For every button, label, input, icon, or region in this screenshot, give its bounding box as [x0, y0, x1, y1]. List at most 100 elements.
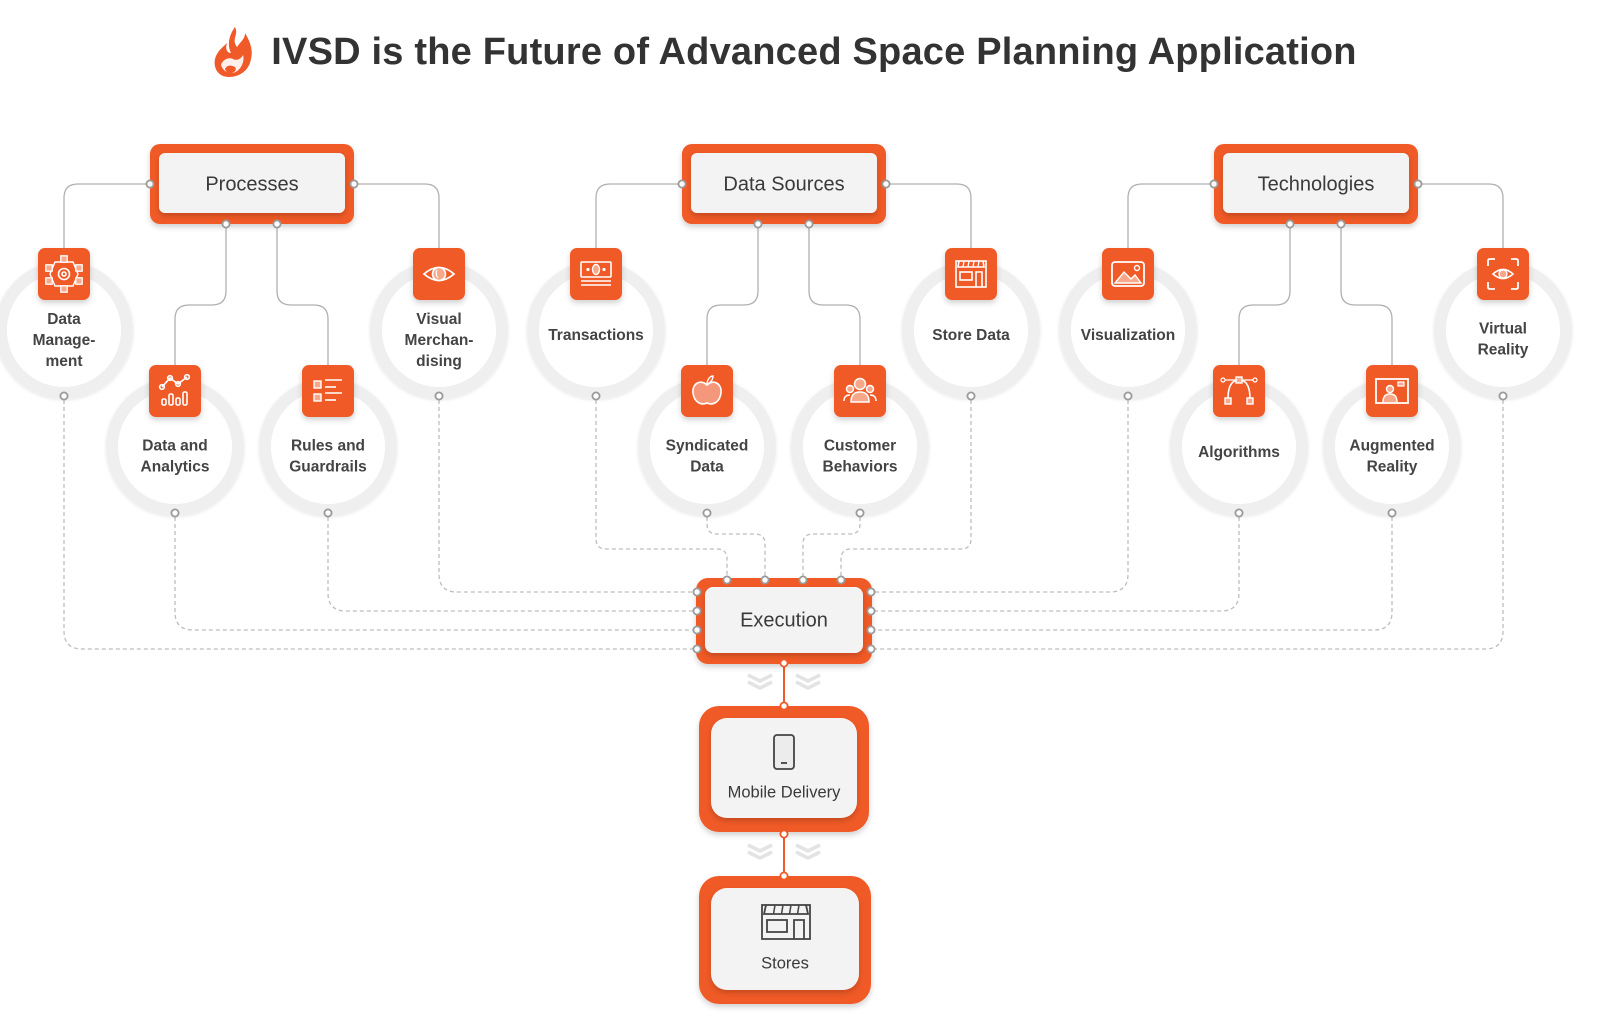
dashed-connector	[871, 517, 1240, 612]
item-label: Analytics	[141, 459, 210, 476]
item-label: Algorithms	[1198, 444, 1280, 461]
analytics-chart-icon	[149, 365, 201, 417]
item-label: Data	[47, 311, 81, 328]
item-label: Visual	[416, 311, 461, 328]
item-label: Virtual	[1479, 321, 1527, 338]
item-rings	[0, 261, 1572, 516]
item-bottom-dot	[591, 391, 601, 401]
flow-dot	[779, 829, 789, 839]
connector-dot	[1209, 179, 1219, 189]
item-label: Syndicated	[666, 438, 749, 455]
solid-connector	[1127, 183, 1214, 248]
connector-dot	[692, 587, 702, 597]
connector-dot	[1413, 179, 1423, 189]
group-users-icon	[834, 365, 886, 417]
dashed-connector	[706, 517, 766, 580]
solid-connector	[1418, 183, 1504, 248]
storefront-icon	[945, 248, 997, 300]
item-bottom-dot	[59, 391, 69, 401]
stores-box[interactable]	[699, 876, 871, 1004]
connector-dot	[692, 644, 702, 654]
item-label: Store Data	[932, 327, 1010, 344]
flow-dot	[779, 701, 789, 711]
solid-connector	[1340, 224, 1393, 365]
connector-dot	[722, 575, 732, 585]
ar-screen-user-icon	[1366, 365, 1418, 417]
apple-icon	[681, 365, 733, 417]
connector-dot	[677, 179, 687, 189]
connector-dot	[836, 575, 846, 585]
item-bottom-dot	[1498, 391, 1508, 401]
connector-dot	[866, 644, 876, 654]
item-label: Visualization	[1081, 327, 1175, 344]
connector-dot	[760, 575, 770, 585]
connector-dot	[692, 625, 702, 635]
item-label: Merchan-	[405, 332, 474, 349]
item-bottom-dot	[1123, 391, 1133, 401]
item-label: dising	[416, 353, 462, 370]
flow-dot	[779, 871, 789, 881]
connector-dot	[692, 606, 702, 616]
dashed-connector	[174, 517, 697, 631]
category-label: Data Sources	[723, 173, 844, 195]
checklist-icon	[302, 365, 354, 417]
item-bottom-dot	[1387, 508, 1397, 518]
item-label: Customer	[824, 438, 896, 455]
bezier-curve-icon	[1213, 365, 1265, 417]
stores-label: Stores	[761, 954, 809, 972]
item-label: Rules and	[291, 438, 365, 455]
category-label: Technologies	[1258, 173, 1375, 195]
chevron-down-icon	[795, 673, 821, 690]
dashed-connector	[327, 517, 697, 612]
category-label: Processes	[205, 173, 298, 195]
chevron-down-icon	[747, 843, 773, 860]
diagram-canvas: Data Manage-ment Data and Analytics Rules an…	[0, 144, 1572, 1004]
item-label: Data	[690, 459, 724, 476]
dashed-connector	[802, 517, 861, 580]
connector-dot	[1336, 219, 1346, 229]
connector-dot	[866, 587, 876, 597]
item-label: Reality	[1478, 342, 1529, 359]
solid-connector	[706, 224, 759, 365]
vr-eye-scan-icon	[1477, 248, 1529, 300]
item-bottom-dot	[966, 391, 976, 401]
item-bottom-dot	[434, 391, 444, 401]
connector-dot	[349, 179, 359, 189]
solid-connector	[595, 183, 682, 248]
connector-dot	[221, 219, 231, 229]
item-label: Guardrails	[289, 459, 367, 476]
connector-dot	[866, 606, 876, 616]
item-label: Behaviors	[823, 459, 898, 476]
banknote-icon	[570, 248, 622, 300]
solid-connector	[63, 183, 150, 248]
solid-connector	[1238, 224, 1291, 365]
connector-dot	[272, 219, 282, 229]
item-bottom-dot	[170, 508, 180, 518]
solid-connector	[276, 224, 329, 365]
item-label: Augmented	[1349, 438, 1434, 455]
network-gear-icon	[38, 248, 90, 300]
dashed-connector	[871, 517, 1393, 631]
solid-connector	[354, 183, 440, 248]
eye-icon	[413, 248, 465, 300]
execution-label: Execution	[740, 609, 828, 631]
connector-dot	[866, 625, 876, 635]
item-label: Transactions	[548, 327, 644, 344]
solid-connector	[174, 224, 227, 365]
item-label: ment	[45, 353, 82, 370]
connector-dot	[753, 219, 763, 229]
mobile-delivery-label: Mobile Delivery	[728, 783, 842, 801]
item-bottom-dot	[1234, 508, 1244, 518]
item-bottom-dot	[855, 508, 865, 518]
flow-dot	[779, 658, 789, 668]
item-bottom-dot	[702, 508, 712, 518]
chevron-down-icon	[747, 673, 773, 690]
item-bottom-dot	[323, 508, 333, 518]
item-label: Data and	[142, 438, 207, 455]
connector-dot	[804, 219, 814, 229]
connector-dot	[145, 179, 155, 189]
solid-connector	[886, 183, 972, 248]
chevron-down-icon	[795, 843, 821, 860]
item-label: Reality	[1367, 459, 1418, 476]
connector-dot	[1285, 219, 1295, 229]
